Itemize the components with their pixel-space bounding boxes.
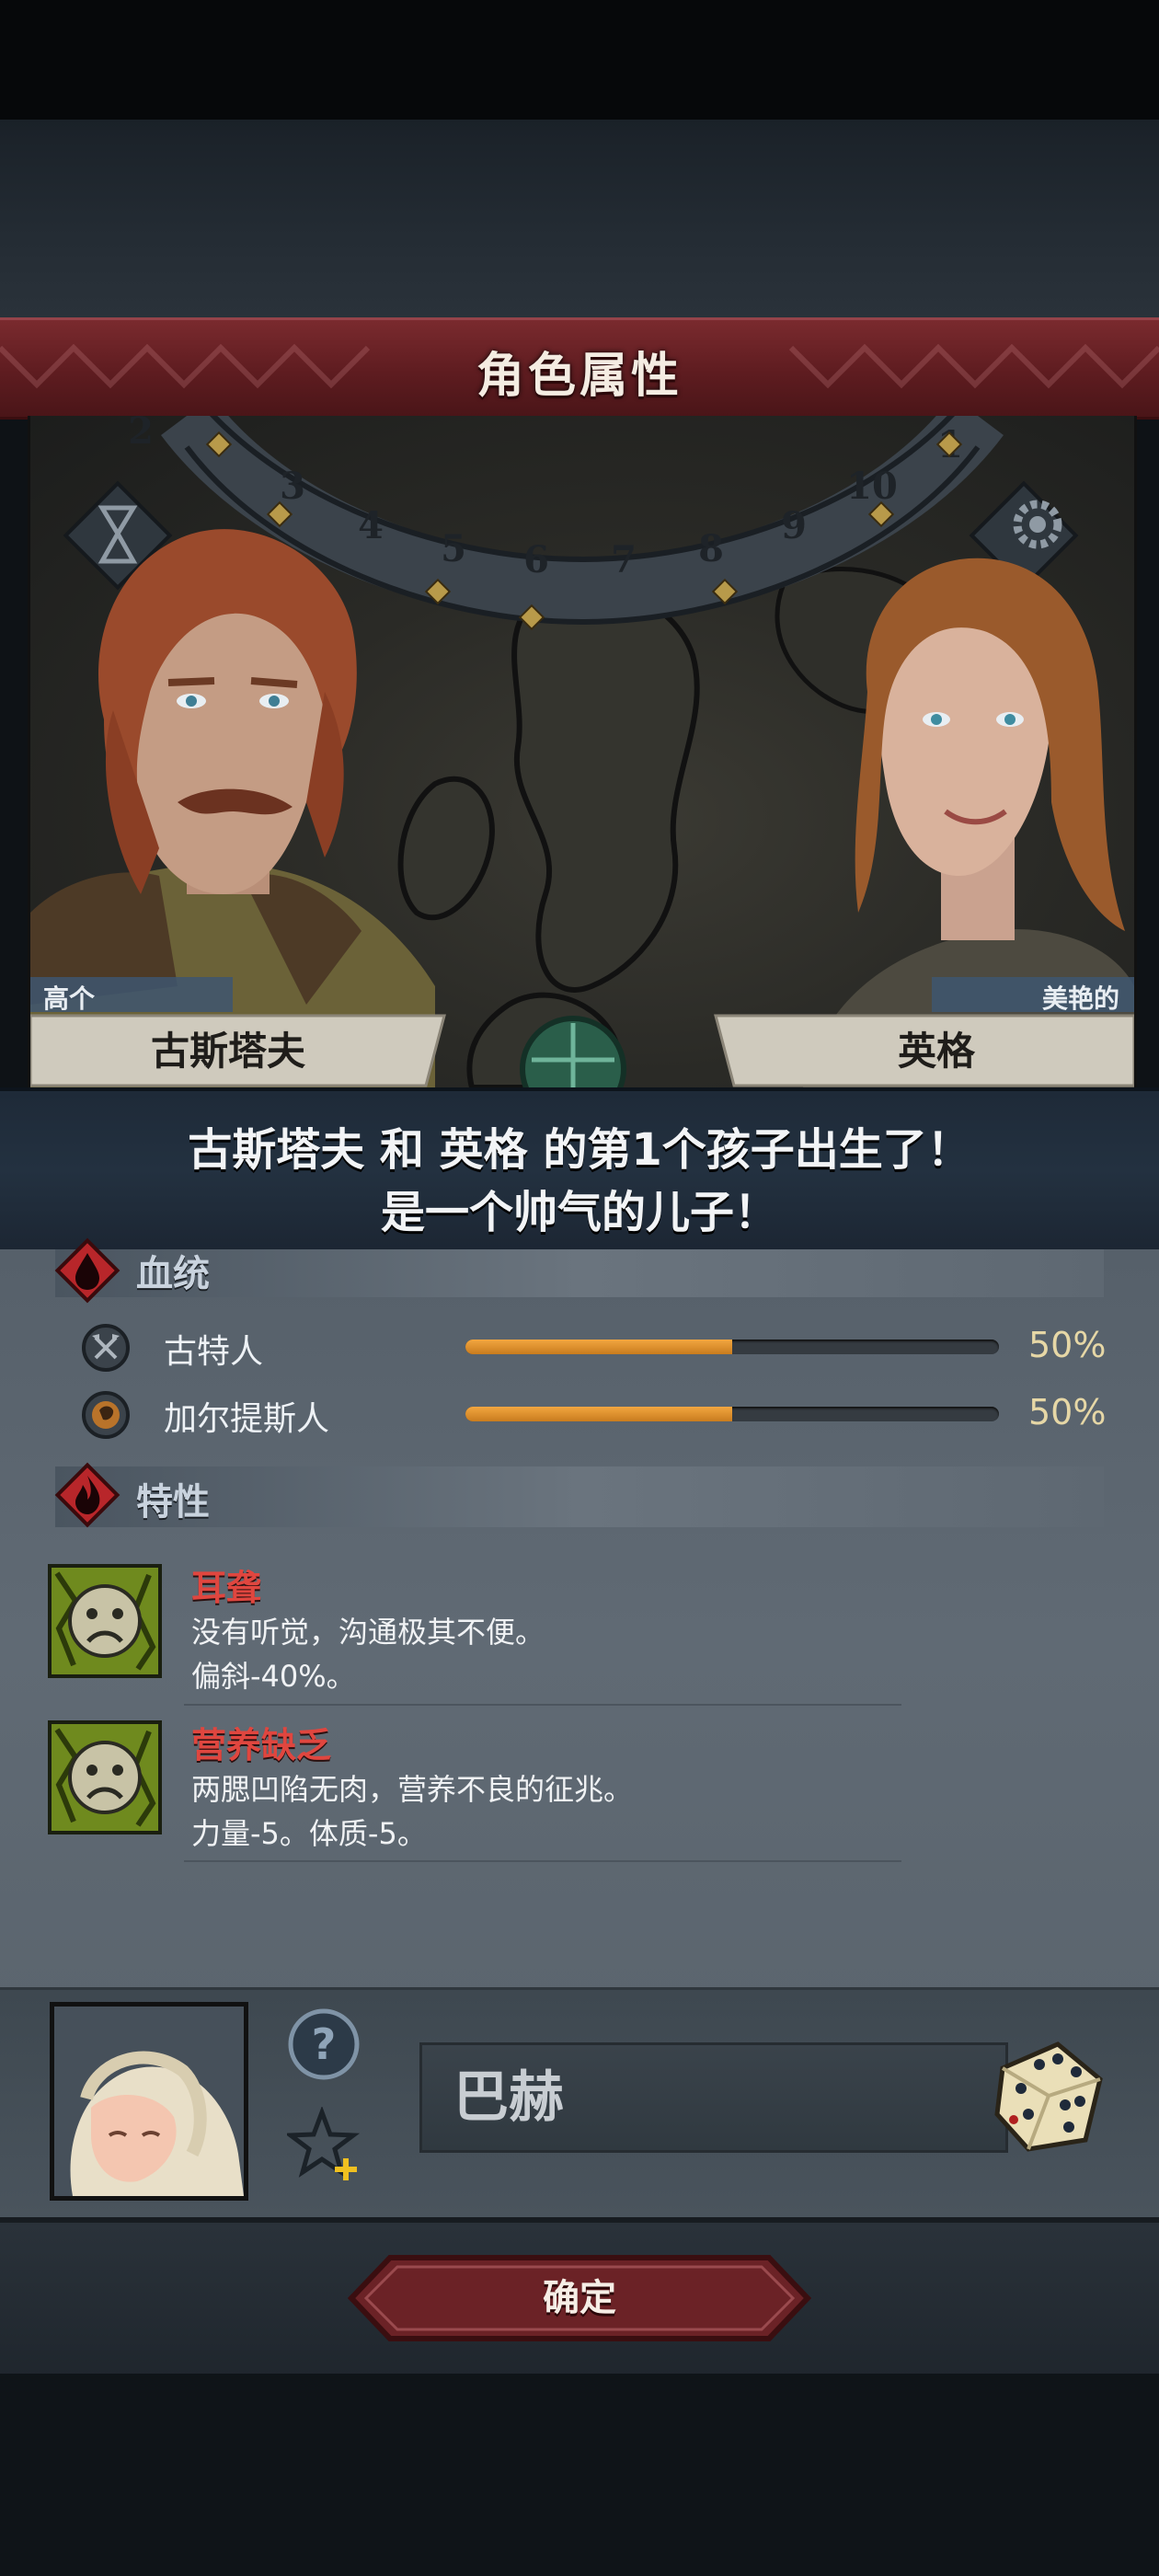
bloodline-name: 古特人 [164,1333,264,1371]
axes-emblem-icon [82,1324,130,1372]
bloodline-title: 血统 [136,1253,210,1295]
traits-section-header [55,1466,1104,1527]
mother-trait-tag: 美艳的 [1041,983,1119,1014]
mother-name-plate: 英格 [897,1029,975,1074]
top-status-bar [0,0,1159,120]
baby-portrait-frame [50,2002,248,2201]
bottom-background [0,2374,1159,2576]
bloodline-bar [465,1407,999,1421]
scene-art: 2 3 4 5 6 7 8 9 10 1 [30,416,1134,1087]
divider [184,1704,901,1706]
confirm-button-label: 确定 [543,2277,616,2319]
bloodline-bar [465,1340,999,1354]
calendar-number: 8 [698,527,724,570]
bloodline-bar-fill [465,1407,732,1421]
child-name-field[interactable]: 巴赫 [419,2042,1008,2153]
birth-message-banner: 古斯塔夫 和 英格 的第1个孩子出生了！ 是一个帅气的儿子！ [0,1087,1159,1253]
birth-message-line2: 是一个帅气的儿子！ [380,1187,778,1238]
sad-face-icon [48,1720,162,1834]
divider [184,1860,901,1862]
calendar-number: 2 [128,416,154,453]
sad-face-icon [48,1564,162,1678]
upper-background [0,120,1159,317]
page-title: 角色属性 [476,349,683,404]
father-name-plate: 古斯塔夫 [150,1029,305,1074]
trait-name: 营养缺乏 [191,1725,332,1765]
svg-text:?: ? [312,2019,337,2069]
help-icon[interactable]: ? [287,2007,361,2081]
parents-scene: 2 3 4 5 6 7 8 9 10 1 [28,416,1137,1087]
title-banner: 角色属性 [0,317,1159,420]
bloodline-section-header [55,1249,1104,1297]
trait-effect: 力量-5。体质-5。 [191,1816,427,1851]
traits-title: 特性 [136,1481,210,1524]
beast-emblem-icon [82,1391,130,1439]
bloodline-percent: 50% [1028,1325,1107,1365]
bloodline-name: 加尔提斯人 [164,1400,330,1438]
birth-message-line1: 古斯塔夫 和 英格 的第1个孩子出生了！ [188,1124,971,1176]
calendar-number: 4 [358,504,384,547]
calendar-number: 9 [781,504,807,547]
bloodline-bar-fill [465,1340,732,1354]
trait-name: 耳聋 [191,1568,262,1608]
calendar-number: 6 [523,538,549,581]
blood-drop-icon [54,1237,120,1304]
father-trait-tag: 高个 [43,983,96,1014]
calendar-number: 5 [441,527,466,570]
trait-description: 没有听觉，沟通极其不便。 [191,1615,545,1650]
baby-portrait [54,2007,244,2196]
confirm-button[interactable]: 确定 [348,2254,811,2342]
fire-icon [54,1462,120,1528]
calendar-number: 3 [280,465,305,508]
calendar-number: 7 [611,538,637,581]
trait-description: 两腮凹陷无肉，营养不良的征兆。 [191,1772,634,1807]
random-name-dice-icon[interactable] [984,2031,1113,2160]
bloodline-percent: 50% [1028,1392,1107,1432]
calendar-number: 10 [846,465,898,508]
add-favorite-star-icon[interactable] [287,2107,364,2184]
trait-effect: 偏斜-40%。 [191,1659,356,1694]
